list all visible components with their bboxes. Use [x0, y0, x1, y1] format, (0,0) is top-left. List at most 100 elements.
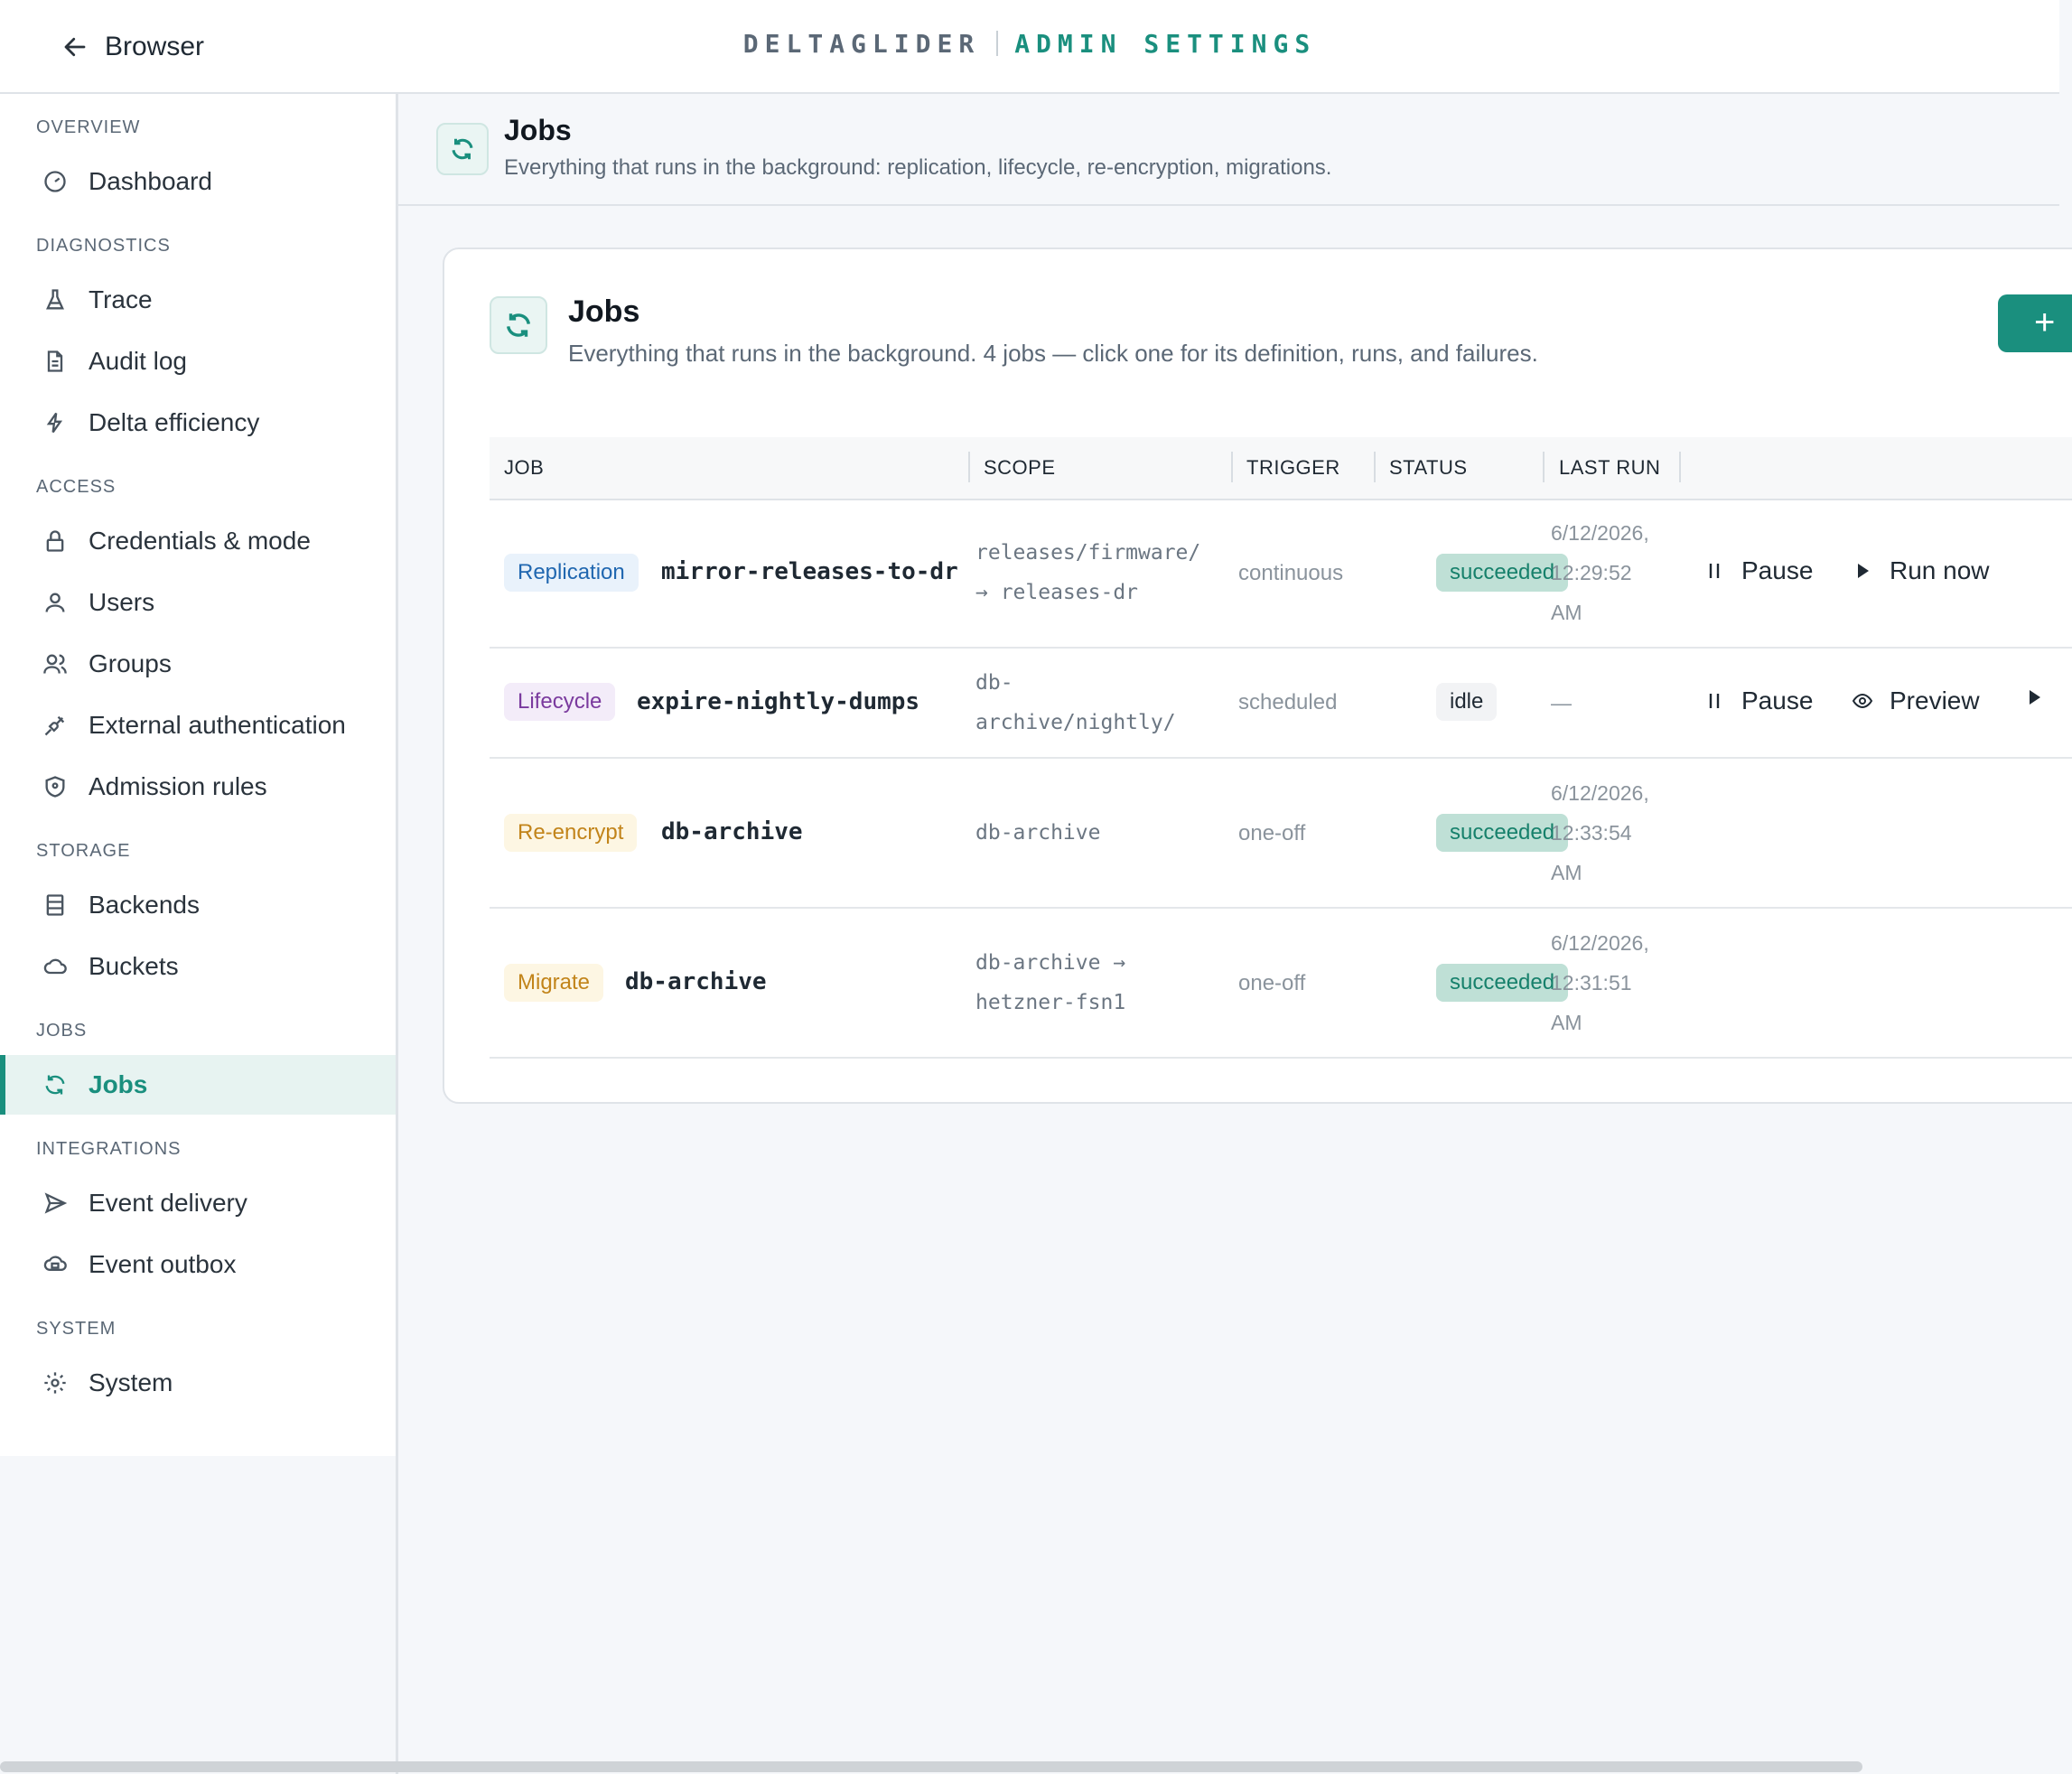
sidebar-item-label: Buckets — [89, 952, 179, 980]
table-row[interactable]: Migrate db-archive db-archive → hetzner-… — [490, 909, 2072, 1059]
document-icon — [42, 348, 69, 375]
sidebar-item-jobs[interactable]: Jobs — [0, 1055, 396, 1115]
sidebar-section-access: ACCESS — [36, 477, 117, 497]
sidebar-item-external-auth[interactable]: External authentication — [0, 696, 396, 755]
sidebar-divider — [396, 94, 398, 1774]
sidebar-item-audit-log[interactable]: Audit log — [0, 331, 396, 391]
last-run-line: 12:31:51 — [1551, 971, 1632, 994]
pause-button[interactable]: Pause — [1703, 556, 1813, 585]
sidebar-item-dashboard[interactable]: Dashboard — [0, 152, 396, 211]
job-last-run: 6/12/2026, 12:31:51 AM — [1551, 923, 1677, 1042]
last-run-line: AM — [1551, 861, 1582, 884]
play-icon — [2030, 690, 2040, 705]
preview-label: Preview — [1890, 686, 1980, 714]
sidebar-item-label: Jobs — [89, 1070, 148, 1098]
sidebar-item-admission-rules[interactable]: Admission rules — [0, 757, 396, 817]
sidebar-section-storage: STORAGE — [36, 841, 131, 861]
sidebar-section-system: SYSTEM — [36, 1319, 117, 1339]
last-run-line: — — [1551, 691, 1572, 714]
preview-button[interactable]: Preview — [1852, 686, 1980, 715]
table-row[interactable]: Re-encrypt db-archive db-archive one-off… — [490, 759, 2072, 909]
last-run-line: 6/12/2026, — [1551, 521, 1649, 545]
card-title: Jobs — [568, 294, 640, 329]
job-type-badge: Lifecycle — [504, 683, 616, 721]
job-scope: db-archive — [975, 813, 1228, 853]
sidebar-item-label: Credentials & mode — [89, 527, 311, 555]
pause-label: Pause — [1741, 686, 1814, 714]
last-run-line: 6/12/2026, — [1551, 931, 1649, 955]
sidebar-item-label: Admission rules — [89, 772, 267, 800]
last-run-line: 6/12/2026, — [1551, 781, 1649, 805]
column-divider — [968, 452, 970, 482]
column-divider — [1231, 452, 1233, 482]
users-icon — [42, 650, 69, 677]
sidebar-item-event-delivery[interactable]: Event delivery — [0, 1173, 396, 1233]
job-trigger: scheduled — [1238, 690, 1338, 714]
job-trigger: continuous — [1238, 561, 1344, 585]
outbox-icon — [42, 1251, 69, 1278]
last-run-line: 12:33:54 — [1551, 821, 1632, 845]
card-subtitle: Everything that runs in the background. … — [568, 340, 1538, 367]
sidebar-item-label: Event delivery — [89, 1189, 247, 1217]
job-scope: db- archive/nightly/ — [975, 663, 1228, 742]
sidebar-item-users[interactable]: Users — [0, 573, 396, 632]
top-bar: Browser DELTAGLIDER ADMIN SETTINGS — [0, 0, 2059, 94]
sidebar-item-label: Backends — [89, 891, 200, 919]
bolt-icon — [42, 409, 69, 436]
job-type-badge: Re-encrypt — [504, 814, 638, 852]
scope-line: archive/nightly/ — [975, 711, 1176, 734]
sidebar-item-label: System — [89, 1368, 173, 1396]
lock-icon — [42, 528, 69, 555]
sidebar: OVERVIEW Dashboard DIAGNOSTICS Trace Aud… — [0, 94, 397, 1456]
job-name: db-archive — [625, 968, 767, 995]
scope-line: releases/firmware/ — [975, 541, 1201, 565]
eye-icon — [1852, 693, 1873, 709]
sidebar-item-system[interactable]: System — [0, 1353, 396, 1413]
run-now-button[interactable] — [2023, 686, 2045, 708]
column-divider — [1679, 452, 1681, 482]
column-divider — [1543, 452, 1545, 482]
column-header-scope: SCOPE — [984, 456, 1056, 479]
sidebar-item-buckets[interactable]: Buckets — [0, 937, 396, 996]
sidebar-section-overview: OVERVIEW — [36, 117, 141, 137]
sidebar-item-backends[interactable]: Backends — [0, 875, 396, 935]
page-subtitle: Everything that runs in the background: … — [504, 155, 1332, 180]
jobs-card: Jobs Everything that runs in the backgro… — [443, 247, 2072, 1104]
table-row[interactable]: Replication mirror-releases-to-dr releas… — [490, 499, 2072, 649]
horizontal-scrollbar[interactable] — [0, 1761, 1862, 1772]
scope-line: hetzner-fsn1 — [975, 991, 1126, 1014]
sidebar-item-groups[interactable]: Groups — [0, 634, 396, 694]
page-title: Jobs — [504, 114, 572, 146]
table-row[interactable]: Lifecycle expire-nightly-dumps db- archi… — [490, 649, 2072, 759]
plug-icon — [42, 712, 69, 739]
sidebar-item-label: External authentication — [89, 711, 346, 739]
brand-divider — [996, 31, 999, 56]
job-last-run: — — [1551, 683, 1677, 723]
page-header: Jobs Everything that runs in the backgro… — [398, 94, 2059, 206]
user-icon — [42, 589, 69, 616]
scope-line: db-archive — [975, 821, 1101, 845]
scope-line: db-archive → — [975, 951, 1126, 975]
pause-label: Pause — [1741, 556, 1814, 584]
refresh-icon — [490, 296, 547, 354]
job-scope: releases/firmware/ → releases-dr — [975, 533, 1228, 612]
shield-icon — [42, 773, 69, 800]
cloud-icon — [42, 953, 69, 980]
server-icon — [42, 892, 69, 919]
last-run-line: AM — [1551, 601, 1582, 624]
add-job-button[interactable]: + — [1998, 294, 2072, 352]
job-scope: db-archive → hetzner-fsn1 — [975, 943, 1228, 1022]
column-header-job: JOB — [504, 456, 545, 479]
run-now-button[interactable]: Run now — [1852, 556, 1990, 585]
sidebar-item-credentials[interactable]: Credentials & mode — [0, 511, 396, 571]
job-name: expire-nightly-dumps — [637, 688, 920, 715]
sidebar-section-jobs: JOBS — [36, 1021, 88, 1041]
job-trigger: one-off — [1238, 971, 1306, 995]
app-brand: DELTAGLIDER ADMIN SETTINGS — [0, 29, 2059, 60]
brand-section: ADMIN SETTINGS — [1014, 29, 1317, 59]
sidebar-item-delta-efficiency[interactable]: Delta efficiency — [0, 393, 396, 453]
sidebar-section-diagnostics: DIAGNOSTICS — [36, 236, 171, 256]
sidebar-item-trace[interactable]: Trace — [0, 270, 396, 330]
pause-button[interactable]: Pause — [1703, 686, 1813, 715]
sidebar-item-event-outbox[interactable]: Event outbox — [0, 1235, 396, 1294]
